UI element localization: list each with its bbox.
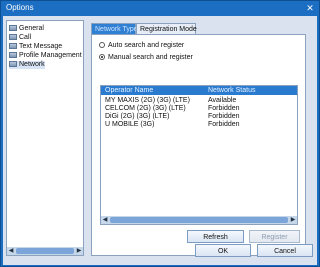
radio-label: Auto search and register [108,42,185,49]
scroll-right-icon[interactable]: ▶ [75,247,83,255]
network-row[interactable]: CELCOM (2G) (3G) (LTE) Forbidden [101,105,297,113]
sidebar-item-label: Profile Management [19,52,82,59]
cancel-button[interactable]: Cancel [257,244,313,257]
auto-search-radio[interactable]: Auto search and register [99,41,184,50]
refresh-button[interactable]: Refresh [187,230,244,243]
column-header-operator[interactable]: Operator Name [105,87,153,94]
title-bar[interactable]: Options ✕ [1,1,319,15]
sidebar-item-general[interactable]: General [9,25,44,33]
folder-icon [9,25,17,31]
list-header: Operator Name Network Status [101,86,297,95]
options-tree: General Call Text Message Profile Manage… [6,20,84,256]
window-title: Options [6,3,34,12]
tab-label: Network Type [95,26,138,33]
scroll-left-icon[interactable]: ◀ [7,247,15,255]
sidebar-item-call[interactable]: Call [9,34,31,42]
options-window: Options ✕ General Call Text Message Prof… [0,0,320,267]
register-button[interactable]: Register [249,230,300,243]
sidebar-item-network[interactable]: Network [9,61,45,69]
scrollbar-thumb[interactable] [110,217,288,223]
operator-name: MY MAXIS (2G) (3G) (LTE) [105,97,190,104]
scroll-right-icon[interactable]: ▶ [289,216,297,224]
radio-icon [99,42,105,48]
sidebar-item-label: Text Message [19,43,63,50]
radio-label: Manual search and register [108,54,193,61]
sidebar-item-label: Call [19,34,32,41]
folder-icon [9,52,17,58]
tree-horizontal-scrollbar[interactable]: ◀ ▶ [7,247,83,255]
manual-search-radio[interactable]: Manual search and register [99,53,193,62]
column-header-status[interactable]: Network Status [208,87,255,94]
operator-name: DiGi (2G) (3G) (LTE) [105,113,170,120]
dialog-client-area: General Call Text Message Profile Manage… [3,16,317,265]
network-row[interactable]: U MOBILE (3G) Forbidden [101,121,297,129]
network-list: Operator Name Network Status MY MAXIS (2… [100,85,298,225]
network-status: Forbidden [208,121,240,128]
network-status: Forbidden [208,105,240,112]
tab-registration-mode[interactable]: Registration Mode [136,23,197,34]
network-status: Forbidden [208,113,240,120]
close-icon[interactable]: ✕ [305,3,315,13]
tab-panel: Auto search and register Manual search a… [91,34,306,256]
radio-selected-icon [99,54,105,60]
sidebar-item-profile-management[interactable]: Profile Management [9,52,82,60]
sidebar-item-text-message[interactable]: Text Message [9,43,62,51]
network-row[interactable]: DiGi (2G) (3G) (LTE) Forbidden [101,113,297,121]
network-status: Available [208,97,237,104]
scrollbar-thumb[interactable] [16,248,74,254]
network-row[interactable]: MY MAXIS (2G) (3G) (LTE) Available [101,97,297,105]
folder-icon [9,61,17,67]
sidebar-item-label: Network [19,61,45,68]
tab-network-type[interactable]: Network Type [91,23,138,34]
scroll-left-icon[interactable]: ◀ [101,216,109,224]
folder-icon [9,43,17,49]
operator-name: CELCOM (2G) (3G) (LTE) [105,105,186,112]
sidebar-item-label: General [19,25,44,32]
ok-button[interactable]: OK [195,244,251,257]
tab-label: Registration Mode [140,26,197,33]
list-horizontal-scrollbar[interactable]: ◀ ▶ [101,216,297,224]
folder-icon [9,34,17,40]
operator-name: U MOBILE (3G) [105,121,155,128]
